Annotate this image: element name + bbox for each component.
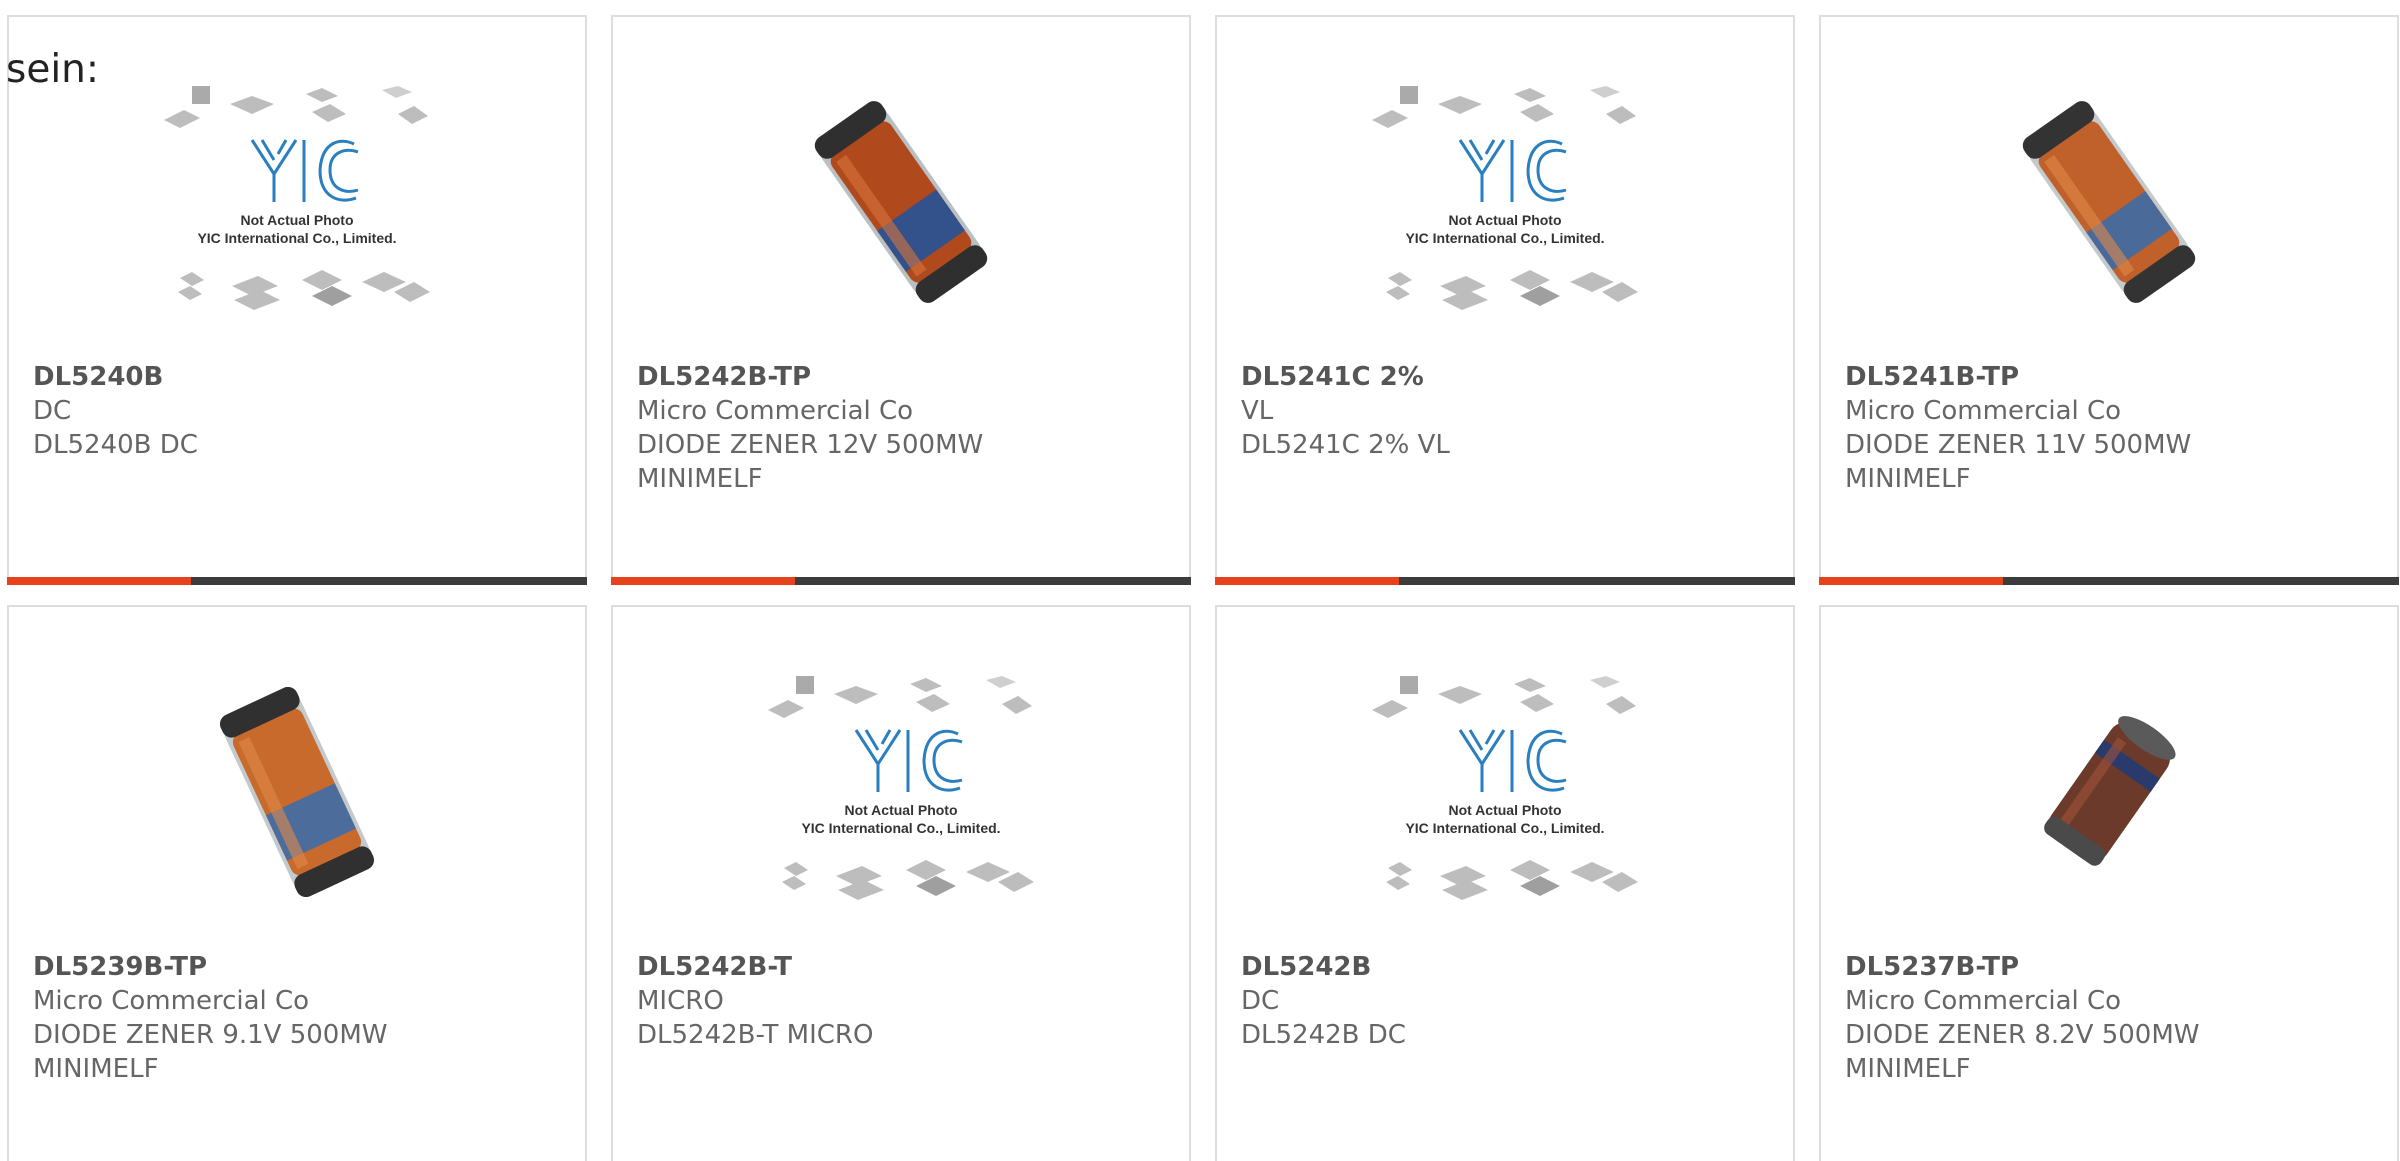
manufacturer: Micro Commercial Co bbox=[1845, 396, 2122, 426]
section-heading: sein: bbox=[6, 47, 100, 92]
description: DIODE ZENER 9.1V 500MW bbox=[33, 1020, 388, 1050]
manufacturer: MICRO bbox=[637, 986, 724, 1016]
part-number[interactable]: DL5241B-TP bbox=[1845, 360, 2385, 394]
description: DIODE ZENER 11V 500MW bbox=[1845, 430, 2192, 460]
manufacturer: Micro Commercial Co bbox=[1845, 986, 2122, 1016]
description: DL5242B DC bbox=[1241, 1020, 1406, 1050]
card-bottom-bar bbox=[7, 577, 587, 585]
placeholder-logo-icon: Not Actual Photo YIC International Co., … bbox=[768, 676, 1034, 900]
product-image: Not Actual Photo YIC International Co., … bbox=[613, 627, 1189, 957]
package: MINIMELF bbox=[33, 1054, 159, 1084]
package: MINIMELF bbox=[1845, 464, 1971, 494]
product-image: Not Actual Photo YIC International Co., … bbox=[1217, 627, 1793, 957]
description: DL5242B-T MICRO bbox=[637, 1020, 874, 1050]
svg-text:Not Actual Photo: Not Actual Photo bbox=[1448, 212, 1561, 228]
description: DL5240B DC bbox=[33, 430, 198, 460]
manufacturer: VL bbox=[1241, 396, 1274, 426]
placeholder-logo-icon: Not Actual Photo YIC International Co., … bbox=[1372, 676, 1638, 900]
product-image: Not Actual Photo YIC International Co., … bbox=[1217, 37, 1793, 367]
part-number[interactable]: DL5242B-T bbox=[637, 950, 1177, 984]
placeholder-logo-icon: Not Actual Photo YIC International Co., … bbox=[1372, 86, 1638, 310]
diode-photo-icon bbox=[219, 687, 375, 897]
product-image bbox=[1821, 627, 2397, 957]
svg-text:Not Actual Photo: Not Actual Photo bbox=[1448, 802, 1561, 818]
product-image bbox=[9, 627, 585, 957]
product-card[interactable]: Not Actual Photo YIC International Co., … bbox=[7, 15, 587, 585]
product-card[interactable]: DL5239B-TP Micro Commercial Co DIODE ZEN… bbox=[7, 605, 587, 1161]
svg-text:YIC International Co., Limited: YIC International Co., Limited. bbox=[801, 820, 1000, 836]
manufacturer: DC bbox=[1241, 986, 1280, 1016]
part-number[interactable]: DL5237B-TP bbox=[1845, 950, 2385, 984]
manufacturer: Micro Commercial Co bbox=[33, 986, 310, 1016]
svg-text:YIC International Co., Limited: YIC International Co., Limited. bbox=[197, 230, 396, 246]
package: MINIMELF bbox=[637, 464, 763, 494]
part-number[interactable]: DL5242B bbox=[1241, 950, 1781, 984]
diode-photo-icon bbox=[2022, 101, 2196, 303]
product-image bbox=[1821, 37, 2397, 367]
diode-photo-icon bbox=[2044, 716, 2176, 866]
package: MINIMELF bbox=[1845, 1054, 1971, 1084]
svg-text:YIC International Co., Limited: YIC International Co., Limited. bbox=[1405, 230, 1604, 246]
product-card[interactable]: DL5241B-TP Micro Commercial Co DIODE ZEN… bbox=[1819, 15, 2399, 585]
svg-text:Not Actual Photo: Not Actual Photo bbox=[240, 212, 353, 228]
manufacturer: Micro Commercial Co bbox=[637, 396, 914, 426]
description: DIODE ZENER 12V 500MW bbox=[637, 430, 984, 460]
part-number[interactable]: DL5242B-TP bbox=[637, 360, 1177, 394]
part-number[interactable]: DL5241C 2% bbox=[1241, 360, 1781, 394]
manufacturer: DC bbox=[33, 396, 72, 426]
product-card[interactable]: Not Actual Photo YIC International Co., … bbox=[1215, 15, 1795, 585]
product-image bbox=[613, 37, 1189, 367]
diode-photo-icon bbox=[814, 101, 988, 303]
description: DL5241C 2% VL bbox=[1241, 430, 1450, 460]
card-bottom-bar bbox=[1215, 577, 1795, 585]
product-card[interactable]: DL5242B-TP Micro Commercial Co DIODE ZEN… bbox=[611, 15, 1191, 585]
product-card[interactable]: DL5237B-TP Micro Commercial Co DIODE ZEN… bbox=[1819, 605, 2399, 1161]
product-card[interactable]: Not Actual Photo YIC International Co., … bbox=[611, 605, 1191, 1161]
product-card[interactable]: Not Actual Photo YIC International Co., … bbox=[1215, 605, 1795, 1161]
card-bottom-bar bbox=[611, 577, 1191, 585]
part-number[interactable]: DL5240B bbox=[33, 360, 573, 394]
placeholder-logo-icon: Not Actual Photo YIC International Co., … bbox=[164, 86, 430, 310]
part-number[interactable]: DL5239B-TP bbox=[33, 950, 573, 984]
svg-text:YIC International Co., Limited: YIC International Co., Limited. bbox=[1405, 820, 1604, 836]
description: DIODE ZENER 8.2V 500MW bbox=[1845, 1020, 2200, 1050]
card-bottom-bar bbox=[1819, 577, 2399, 585]
svg-text:Not Actual Photo: Not Actual Photo bbox=[844, 802, 957, 818]
